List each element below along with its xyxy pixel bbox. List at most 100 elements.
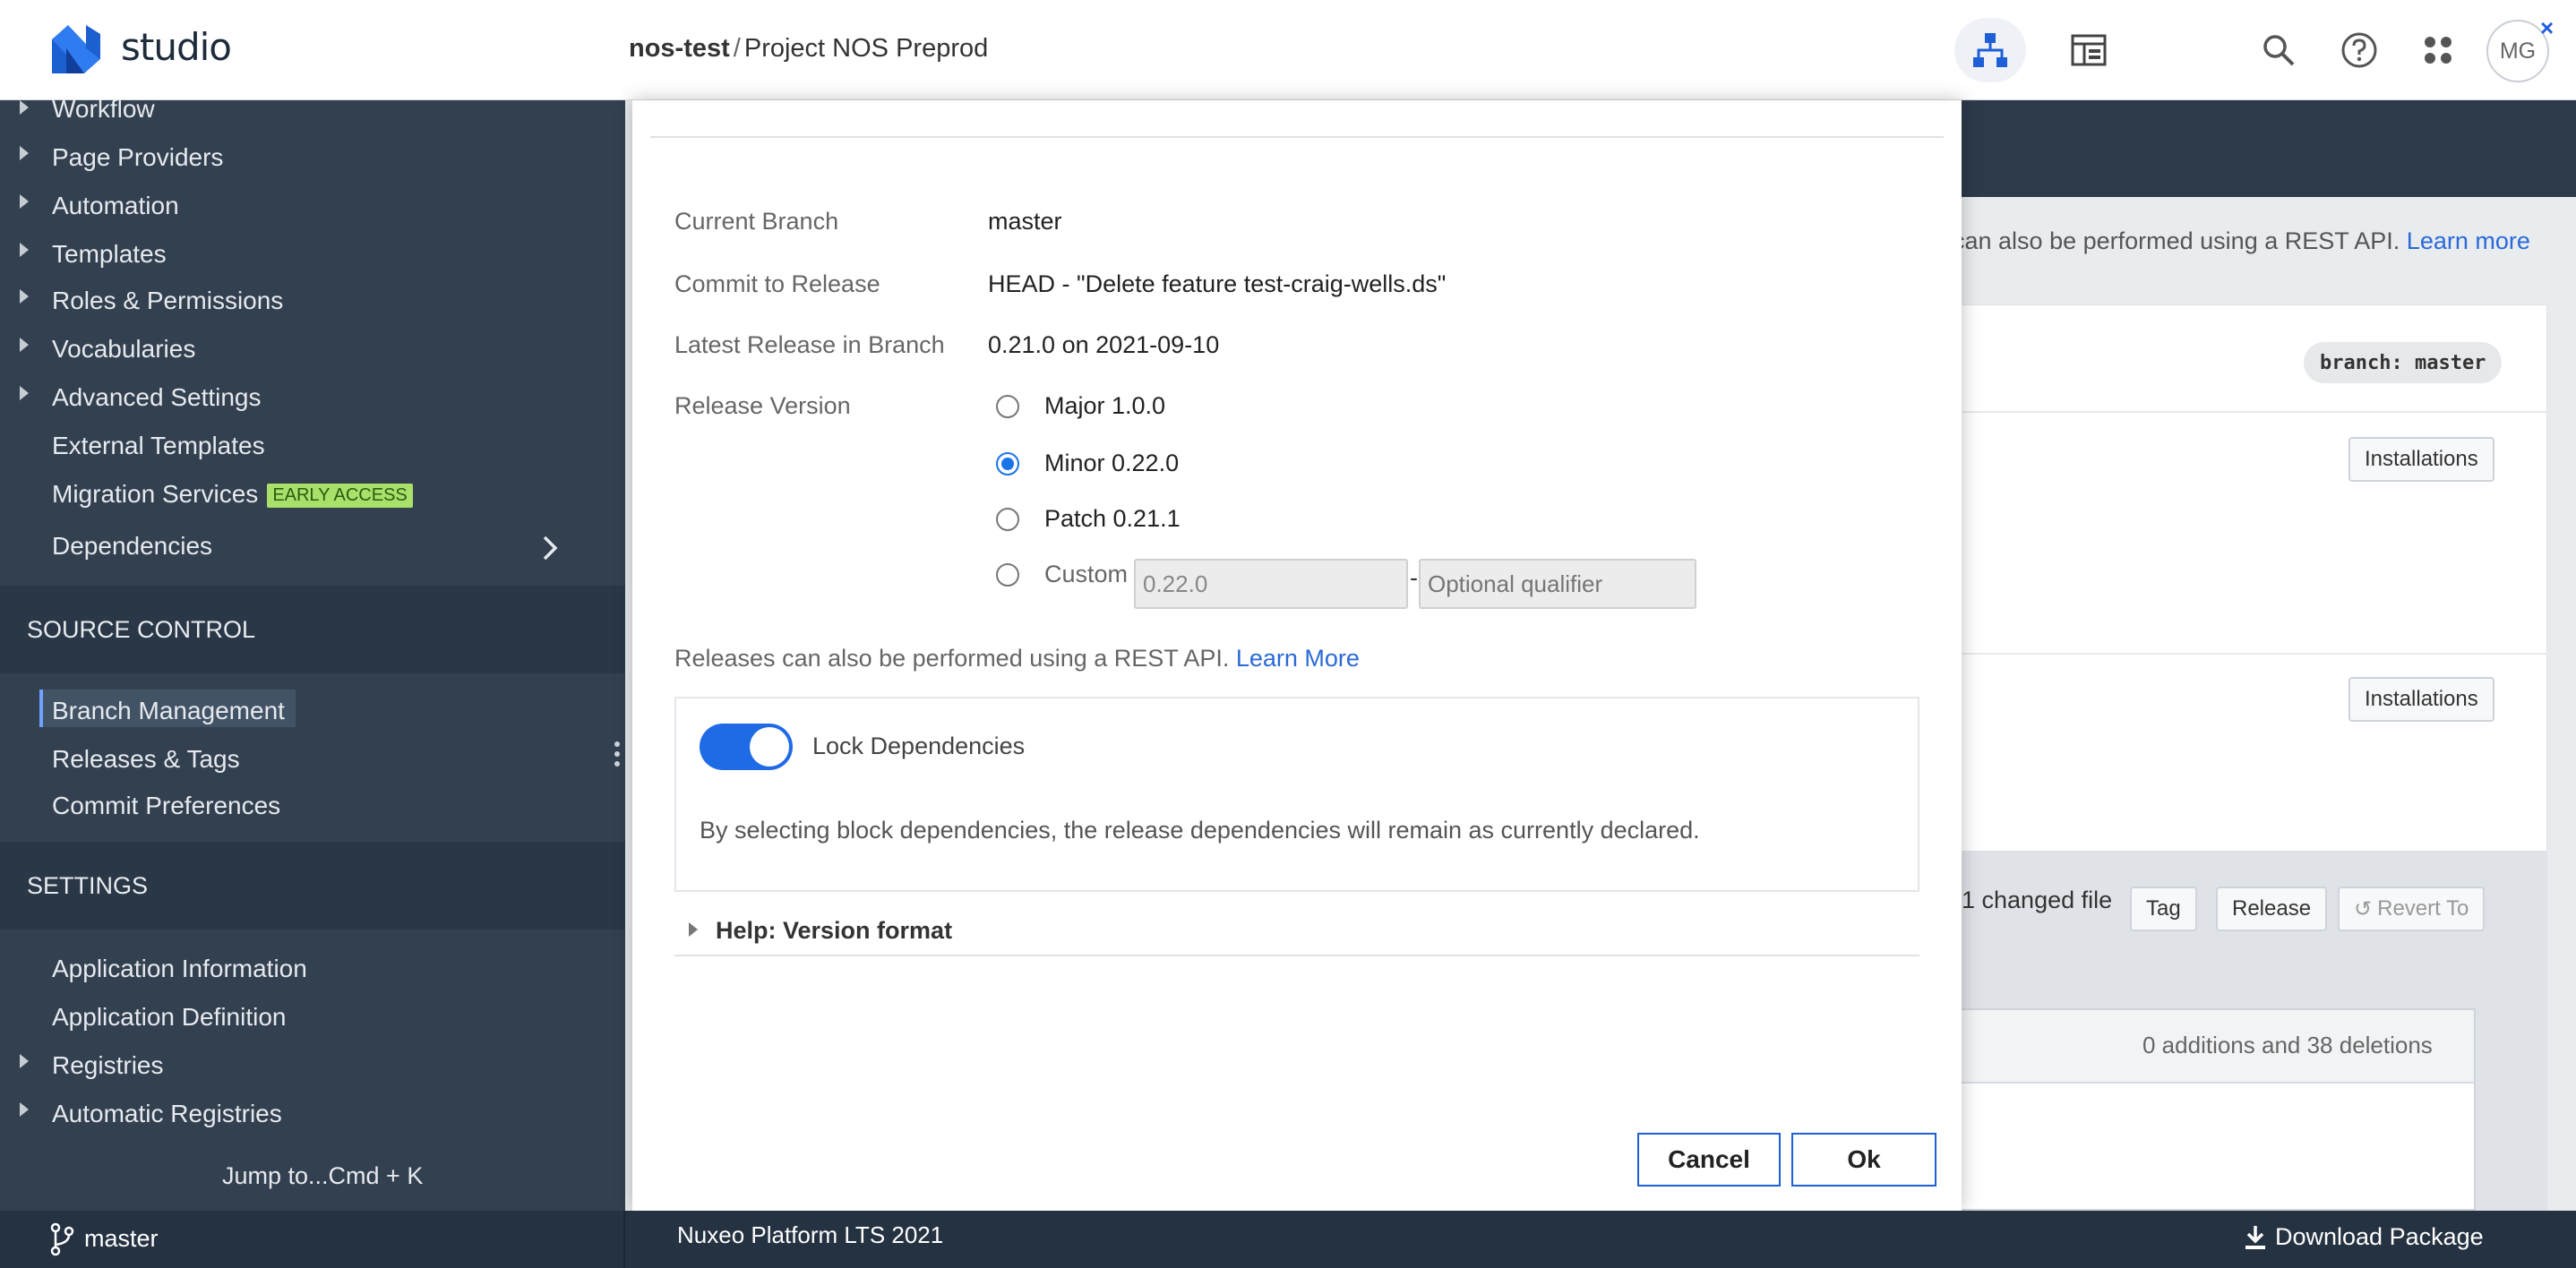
early-access-badge: EARLY ACCESS	[267, 484, 413, 509]
git-branch-icon	[50, 1222, 74, 1256]
divider	[1936, 411, 2548, 413]
layout-icon	[2071, 34, 2107, 66]
radio-button[interactable]	[996, 507, 1019, 531]
radio-button[interactable]	[996, 451, 1019, 476]
release-dialog: Current Branch master Commit to Release …	[632, 100, 1962, 1211]
expand-caret-icon[interactable]	[20, 100, 29, 115]
installations-button[interactable]: Installations	[2348, 437, 2494, 482]
changed-files-count: 1 changed file	[1962, 887, 2113, 913]
sidebar-item-templates[interactable]: Templates	[52, 240, 167, 269]
section-title: SETTINGS	[27, 871, 149, 899]
current-branch[interactable]: master	[84, 1225, 159, 1253]
expand-caret-icon[interactable]	[20, 338, 29, 352]
settings-header: SETTINGS	[0, 842, 625, 930]
sidebar-item-migration-services[interactable]: Migration Services EARLY ACCESS	[52, 480, 413, 509]
radio-custom[interactable]: Custom	[996, 561, 1128, 588]
expand-caret-icon	[689, 922, 698, 937]
sidebar-item-branch-management[interactable]: Branch Management	[52, 697, 285, 725]
commit-to-release-value: HEAD - "Delete feature test-craig-wells.…	[988, 270, 1447, 297]
apps-grid-button[interactable]	[2402, 18, 2474, 82]
radio-label: Custom	[1044, 561, 1129, 587]
diff-summary: 0 additions and 38 deletions	[2142, 1032, 2433, 1058]
layout-button[interactable]	[2053, 18, 2125, 82]
branch-pill: branch: master	[2304, 342, 2503, 383]
sidebar-item-external-templates[interactable]: External Templates	[52, 432, 265, 460]
help-version-format[interactable]: Help: Version format	[674, 906, 1919, 956]
sidebar: Workflow Page Providers Automation Templ…	[0, 95, 625, 1211]
ok-button[interactable]: Ok	[1791, 1133, 1936, 1187]
rest-api-text: Releases can also be performed using a R…	[674, 645, 1230, 672]
expand-caret-icon[interactable]	[20, 289, 29, 304]
learn-more-link[interactable]: Learn more	[2407, 227, 2530, 254]
sidebar-item-dependencies[interactable]: Dependencies	[52, 532, 212, 561]
qualifier-input[interactable]	[1419, 559, 1696, 609]
radio-minor[interactable]: Minor 0.22.0	[996, 450, 1179, 477]
radio-patch[interactable]: Patch 0.21.1	[996, 505, 1181, 533]
sidebar-item-automation[interactable]: Automation	[52, 192, 179, 220]
status-bar: master Nuxeo Platform LTS 2021 Download …	[0, 1211, 2576, 1268]
status-bar-branch-section: master	[0, 1211, 625, 1268]
sidebar-item-releases-tags[interactable]: Releases & Tags	[52, 745, 240, 774]
apps-grid-icon	[2425, 37, 2451, 64]
branch-structure-button[interactable]	[1954, 18, 2026, 82]
radio-label: Major 1.0.0	[1044, 392, 1166, 419]
cancel-button[interactable]: Cancel	[1637, 1133, 1781, 1187]
sidebar-item-registries[interactable]: Registries	[52, 1051, 163, 1080]
radio-button[interactable]	[996, 562, 1019, 587]
dialog-header-divider	[650, 136, 1944, 138]
close-icon[interactable]: ×	[2540, 14, 2554, 42]
sidebar-item-application-definition[interactable]: Application Definition	[52, 1003, 287, 1032]
lock-dependencies-toggle[interactable]	[700, 724, 793, 770]
learn-more-link[interactable]: Learn More	[1236, 645, 1360, 672]
section-title: SOURCE CONTROL	[27, 615, 256, 643]
commit-to-release-label: Commit to Release	[674, 270, 880, 297]
search-icon	[2263, 35, 2295, 66]
breadcrumb-org[interactable]: nos-test	[629, 34, 730, 63]
sidebar-item-advanced-settings[interactable]: Advanced Settings	[52, 383, 262, 412]
resize-handle[interactable]	[614, 741, 620, 771]
sidebar-item-vocabularies[interactable]: Vocabularies	[52, 335, 195, 364]
installations-button[interactable]: Installations	[2348, 677, 2494, 722]
tag-button[interactable]: Tag	[2130, 887, 2197, 931]
help-label: Help: Version format	[716, 917, 953, 944]
download-icon	[2245, 1225, 2265, 1249]
expand-caret-icon[interactable]	[20, 1102, 29, 1117]
custom-version-input[interactable]	[1134, 559, 1408, 609]
revert-icon: ↺	[2354, 896, 2373, 921]
rest-api-note: Releases can also be performed using a R…	[674, 645, 1360, 673]
sidebar-item-page-providers[interactable]: Page Providers	[52, 143, 223, 172]
latest-release-label: Latest Release in Branch	[674, 331, 945, 358]
branch-structure-icon	[1973, 33, 2007, 67]
sidebar-item-automatic-registries[interactable]: Automatic Registries	[52, 1100, 282, 1128]
revert-to-button[interactable]: ↺ Revert To	[2338, 887, 2486, 931]
expand-caret-icon[interactable]	[20, 146, 29, 160]
release-button[interactable]: Release	[2216, 887, 2328, 931]
current-branch-label: Current Branch	[674, 208, 839, 235]
sidebar-item-application-information[interactable]: Application Information	[52, 955, 307, 983]
sidebar-item-commit-preferences[interactable]: Commit Preferences	[52, 792, 280, 820]
expand-caret-icon[interactable]	[20, 386, 29, 400]
divider	[1936, 653, 2548, 655]
download-package-button[interactable]: Download Package	[2243, 1223, 2484, 1251]
expand-caret-icon[interactable]	[20, 1054, 29, 1068]
radio-label: Minor 0.22.0	[1044, 450, 1180, 476]
expand-caret-icon[interactable]	[20, 194, 29, 209]
breadcrumb-project[interactable]: Project NOS Preprod	[744, 34, 988, 63]
expand-caret-icon[interactable]	[20, 243, 29, 257]
source-control-header: SOURCE CONTROL	[0, 586, 625, 673]
sidebar-item-roles-permissions[interactable]: Roles & Permissions	[52, 287, 283, 315]
app-logo-text: studio	[121, 25, 232, 69]
radio-button[interactable]	[996, 394, 1019, 418]
release-version-label: Release Version	[674, 392, 851, 419]
help-button[interactable]	[2323, 18, 2395, 82]
version-dash: -	[1410, 564, 1418, 591]
chevron-right-icon[interactable]	[541, 534, 559, 562]
revert-label: Revert To	[2377, 896, 2469, 921]
radio-major[interactable]: Major 1.0.0	[996, 392, 1165, 420]
sidebar-item-workflow[interactable]: Workflow	[52, 95, 155, 124]
jump-to-shortcut[interactable]: Jump to...Cmd + K	[222, 1162, 423, 1190]
nuxeo-logo-icon[interactable]	[48, 21, 104, 77]
download-label: Download Package	[2275, 1223, 2484, 1250]
search-button[interactable]	[2243, 18, 2314, 82]
rest-api-text: can also be performed using a REST API.	[1953, 227, 2400, 254]
